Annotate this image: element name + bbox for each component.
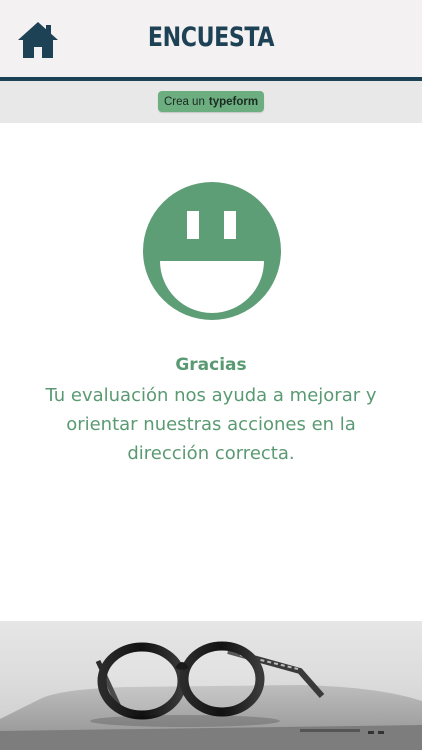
thanks-message: Tu evaluación nos ayuda a mejorar y orie… [45, 385, 377, 464]
smiley-face-icon [143, 182, 281, 320]
typeform-badge-brand: typeform [208, 95, 259, 108]
app-header: ENCUESTA [0, 0, 422, 77]
typeform-badge-prefix: Crea un [163, 95, 205, 108]
page-title: ENCUESTA [147, 22, 275, 53]
typeform-badge-button[interactable]: Crea un typeform [158, 91, 264, 112]
thanks-heading: Gracias [175, 355, 247, 375]
glasses-on-laptop-photo [0, 621, 422, 750]
glasses-laptop-illustration [0, 641, 422, 750]
